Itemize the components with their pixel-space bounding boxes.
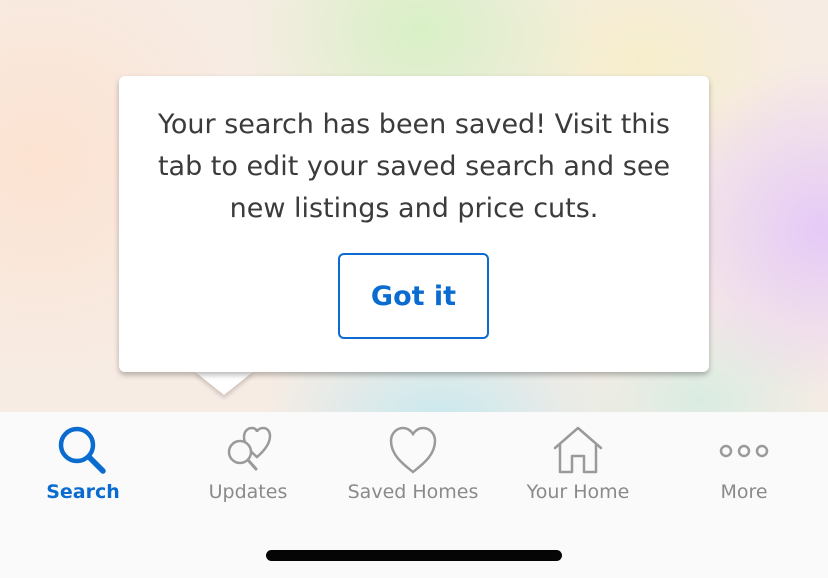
- heart-icon: [385, 424, 441, 478]
- tab-label: Your Home: [526, 481, 630, 503]
- more-dots-icon: [716, 424, 772, 478]
- heart-search-icon: [220, 424, 276, 478]
- tooltip-message: Your search has been saved! Visit this t…: [157, 109, 671, 224]
- tab-label: Search: [46, 481, 120, 503]
- saved-search-tooltip: Your search has been saved! Visit this t…: [119, 76, 709, 372]
- tab-updates[interactable]: Updates: [165, 412, 331, 522]
- tab-label: Saved Homes: [347, 481, 479, 503]
- house-icon: [550, 424, 606, 478]
- tab-search[interactable]: Search: [0, 412, 166, 522]
- tab-your-home[interactable]: Your Home: [495, 412, 661, 522]
- tab-saved-homes[interactable]: Saved Homes: [330, 412, 496, 522]
- tab-label: Updates: [208, 481, 288, 503]
- search-icon: [55, 424, 111, 478]
- tab-more[interactable]: More: [661, 412, 827, 522]
- got-it-button[interactable]: Got it: [338, 253, 489, 339]
- tab-label: More: [720, 481, 768, 503]
- home-indicator[interactable]: [266, 550, 562, 561]
- tooltip-pointer: [194, 371, 254, 395]
